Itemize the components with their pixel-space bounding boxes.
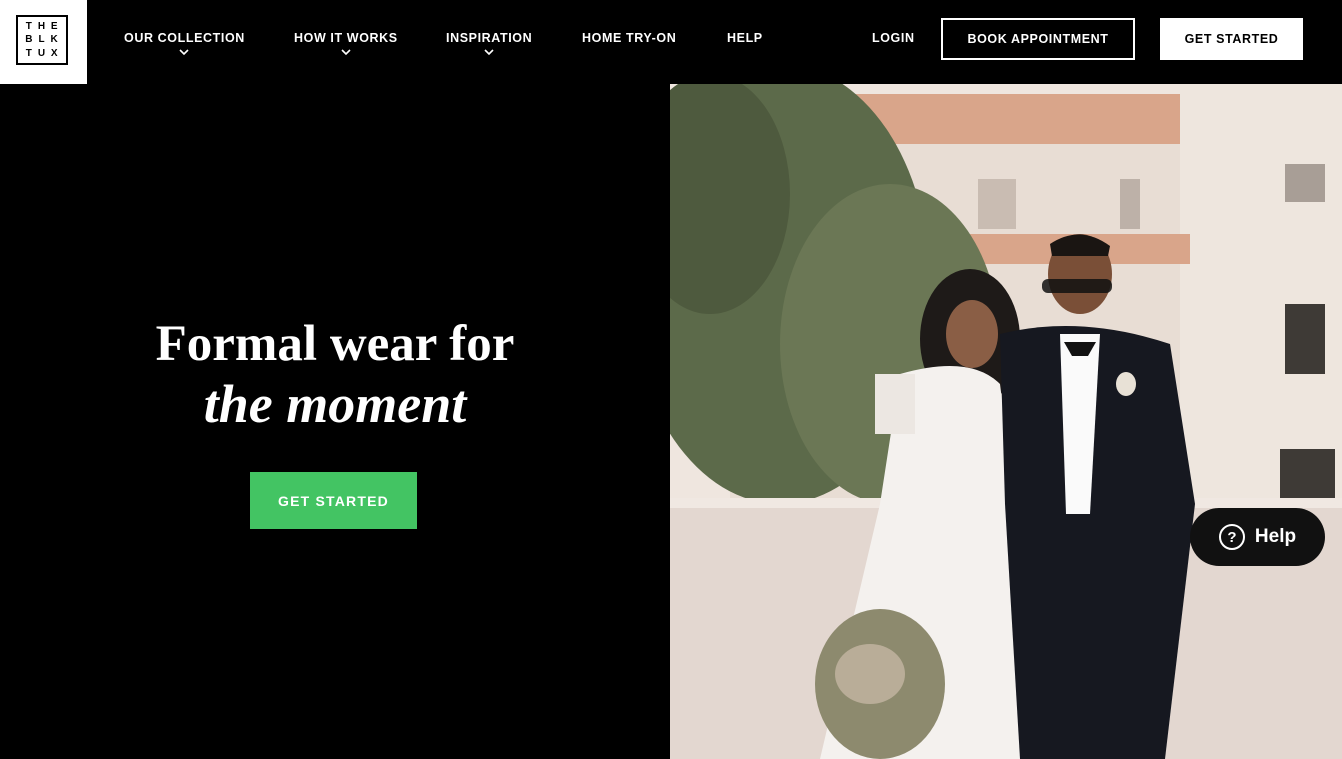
hero-photo (670, 84, 1342, 759)
hero-get-started-button[interactable]: GET STARTED (250, 472, 417, 529)
nav-our-collection[interactable]: OUR COLLECTION (124, 31, 245, 56)
book-appointment-button[interactable]: BOOK APPOINTMENT (941, 18, 1135, 60)
nav-label: INSPIRATION (446, 31, 533, 45)
headline-line-1: Formal wear for (155, 316, 515, 372)
brand-logo[interactable]: T H E B L K T U X (0, 0, 87, 84)
hero-text-panel: Formal wear for the moment GET STARTED (0, 84, 670, 759)
headline-line-2: the moment (203, 374, 467, 434)
chevron-down-icon (178, 48, 190, 56)
couple-photo-illustration (670, 84, 1342, 759)
hero-headline: Formal wear for the moment (0, 314, 670, 434)
logo-letter: E (50, 21, 59, 32)
chevron-down-icon (340, 48, 352, 56)
nav-how-it-works[interactable]: HOW IT WORKS (294, 31, 398, 56)
question-icon: ? (1218, 524, 1245, 550)
logo-letter: H (37, 21, 47, 32)
help-label: Help (1254, 526, 1297, 547)
login-link[interactable]: LOGIN (872, 31, 915, 45)
login-label: LOGIN (872, 31, 915, 45)
nav-label: HOW IT WORKS (294, 31, 398, 45)
logo-letter: K (50, 34, 59, 46)
logo-letter: B (25, 34, 34, 46)
logo-letter: T (25, 21, 33, 32)
nav-inspiration[interactable]: INSPIRATION (446, 31, 532, 56)
nav-help[interactable]: HELP (727, 31, 763, 45)
logo-letter: T (25, 47, 33, 59)
chevron-down-icon (483, 48, 495, 56)
site-header: T H E B L K T U X OUR COLLECTION HOW IT … (0, 0, 1342, 84)
nav-home-try-on[interactable]: HOME TRY-ON (582, 31, 676, 45)
header-get-started-button[interactable]: GET STARTED (1160, 18, 1303, 60)
logo-letter: X (50, 47, 59, 59)
logo-letter: U (37, 47, 47, 59)
logo-mark: T H E B L K T U X (16, 15, 68, 65)
nav-label: OUR COLLECTION (124, 31, 245, 45)
help-chat-button[interactable]: ? Help (1190, 508, 1325, 566)
nav-label: HOME TRY-ON (582, 31, 677, 45)
logo-letter: L (38, 34, 46, 46)
nav-label: HELP (727, 31, 763, 45)
